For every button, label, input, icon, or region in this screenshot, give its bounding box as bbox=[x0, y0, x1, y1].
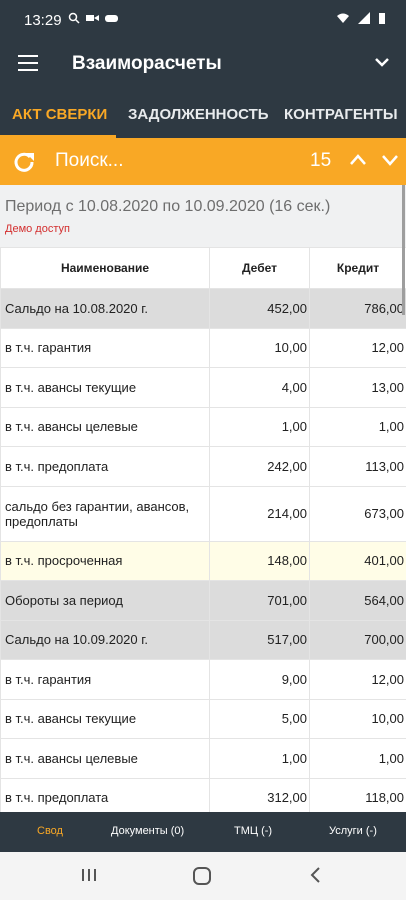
tab-kontragenty[interactable]: КОНТРАГЕНТЫ bbox=[284, 106, 398, 123]
search-bar: Поиск... 15 bbox=[0, 138, 406, 185]
row-name: Сальдо на 10.09.2020 г. bbox=[0, 619, 210, 660]
home-icon[interactable] bbox=[192, 866, 212, 886]
row-credit: 12,00 bbox=[309, 327, 406, 368]
row-debit: 4,00 bbox=[209, 367, 310, 408]
video-icon bbox=[86, 15, 99, 21]
row-debit: 10,00 bbox=[209, 327, 310, 368]
row-name: сальдо без гарантии, авансов, предоплаты bbox=[0, 485, 210, 542]
table-row[interactable]: в т.ч. авансы целевые 1,00 1,00 bbox=[0, 738, 406, 779]
table-row[interactable]: в т.ч. гарантия 10,00 12,00 bbox=[0, 327, 406, 368]
table-row[interactable]: в т.ч. гарантия 9,00 12,00 bbox=[0, 659, 406, 700]
tab-zadolzhennost[interactable]: ЗАДОЛЖЕННОСТЬ bbox=[128, 106, 269, 123]
row-debit: 452,00 bbox=[209, 288, 310, 329]
nav-services[interactable]: Услуги (-) bbox=[329, 825, 377, 837]
tab-bar: АКТ СВЕРКИ ЗАДОЛЖЕННОСТЬ КОНТРАГЕНТЫ bbox=[0, 92, 406, 138]
app-bar: Взаиморасчеты bbox=[0, 40, 406, 92]
row-debit: 517,00 bbox=[209, 619, 310, 660]
nav-documents[interactable]: Документы (0) bbox=[111, 825, 184, 837]
table-row[interactable]: Сальдо на 10.08.2020 г. 452,00 786,00 bbox=[0, 288, 406, 329]
row-debit: 701,00 bbox=[209, 580, 310, 621]
table-row[interactable]: в т.ч. авансы текущие 5,00 10,00 bbox=[0, 698, 406, 739]
row-credit: 1,00 bbox=[309, 738, 406, 779]
row-debit: 5,00 bbox=[209, 698, 310, 739]
scrollbar[interactable] bbox=[402, 185, 405, 315]
battery-icon bbox=[379, 13, 385, 24]
row-debit: 214,00 bbox=[209, 485, 310, 542]
row-credit: 700,00 bbox=[309, 619, 406, 660]
row-debit: 1,00 bbox=[209, 406, 310, 447]
row-credit: 786,00 bbox=[309, 288, 406, 329]
search-icon bbox=[68, 12, 80, 24]
row-debit: 1,00 bbox=[209, 738, 310, 779]
tab-act-sverki[interactable]: АКТ СВЕРКИ bbox=[12, 106, 107, 123]
row-name: Сальдо на 10.08.2020 г. bbox=[0, 288, 210, 329]
system-icons bbox=[336, 12, 386, 25]
status-bar: 13:29 bbox=[0, 0, 406, 40]
row-debit: 242,00 bbox=[209, 446, 310, 487]
refresh-icon[interactable] bbox=[12, 149, 36, 173]
system-navigation-bar bbox=[0, 852, 406, 900]
row-name: в т.ч. авансы текущие bbox=[0, 367, 210, 408]
table-row[interactable]: в т.ч. просроченная 148,00 401,00 bbox=[0, 540, 406, 581]
nav-svod[interactable]: Свод bbox=[37, 825, 63, 837]
table-row[interactable]: Обороты за период 701,00 564,00 bbox=[0, 580, 406, 621]
row-debit: 9,00 bbox=[209, 659, 310, 700]
row-name: в т.ч. предоплата bbox=[0, 446, 210, 487]
row-name: в т.ч. гарантия bbox=[0, 327, 210, 368]
period-header: Период с 10.08.2020 по 10.09.2020 (16 се… bbox=[0, 185, 406, 247]
notification-icons bbox=[68, 12, 118, 24]
chevron-down-icon[interactable] bbox=[381, 151, 399, 169]
row-credit: 10,00 bbox=[309, 698, 406, 739]
period-text: Период с 10.08.2020 по 10.09.2020 (16 се… bbox=[5, 198, 331, 215]
row-name: в т.ч. просроченная bbox=[0, 540, 210, 581]
column-header-credit: Кредит bbox=[309, 247, 406, 289]
signal-icon bbox=[358, 12, 370, 24]
row-name: в т.ч. гарантия bbox=[0, 659, 210, 700]
back-icon[interactable] bbox=[308, 866, 324, 884]
column-header-debit: Дебет bbox=[209, 247, 310, 289]
row-debit: 148,00 bbox=[209, 540, 310, 581]
table-row[interactable]: в т.ч. предоплата 242,00 113,00 bbox=[0, 446, 406, 487]
table-row[interactable]: сальдо без гарантии, авансов, предоплаты… bbox=[0, 485, 406, 542]
wifi-icon bbox=[337, 13, 349, 23]
nav-tmc[interactable]: ТМЦ (-) bbox=[234, 825, 272, 837]
table-header-row: Наименование Дебет Кредит bbox=[0, 247, 406, 289]
row-credit: 12,00 bbox=[309, 659, 406, 700]
row-credit: 113,00 bbox=[309, 446, 406, 487]
reconciliation-table: Наименование Дебет Кредит Сальдо на 10.0… bbox=[0, 247, 406, 818]
table-row[interactable]: в т.ч. авансы целевые 1,00 1,00 bbox=[0, 406, 406, 447]
row-credit: 1,00 bbox=[309, 406, 406, 447]
hamburger-menu-icon[interactable] bbox=[18, 55, 38, 71]
row-credit: 564,00 bbox=[309, 580, 406, 621]
result-count: 15 bbox=[310, 150, 332, 171]
recent-apps-icon[interactable] bbox=[80, 866, 98, 884]
row-credit: 13,00 bbox=[309, 367, 406, 408]
row-name: Обороты за период bbox=[0, 580, 210, 621]
status-time: 13:29 bbox=[24, 12, 62, 29]
app-title: Взаиморасчеты bbox=[72, 53, 222, 74]
row-credit: 401,00 bbox=[309, 540, 406, 581]
game-icon bbox=[105, 15, 118, 22]
search-input[interactable]: Поиск... bbox=[55, 150, 124, 172]
row-credit: 673,00 bbox=[309, 485, 406, 542]
chevron-down-icon[interactable] bbox=[374, 54, 390, 70]
row-name: в т.ч. авансы целевые bbox=[0, 406, 210, 447]
table-row[interactable]: Сальдо на 10.09.2020 г. 517,00 700,00 bbox=[0, 619, 406, 660]
demo-access-label: Демо доступ bbox=[5, 223, 70, 235]
chevron-up-icon[interactable] bbox=[349, 151, 367, 169]
row-name: в т.ч. авансы целевые bbox=[0, 738, 210, 779]
row-name: в т.ч. авансы текущие bbox=[0, 698, 210, 739]
column-header-name: Наименование bbox=[0, 247, 210, 289]
table-row[interactable]: в т.ч. авансы текущие 4,00 13,00 bbox=[0, 367, 406, 408]
bottom-navigation: Свод Документы (0) ТМЦ (-) Услуги (-) bbox=[0, 812, 406, 852]
